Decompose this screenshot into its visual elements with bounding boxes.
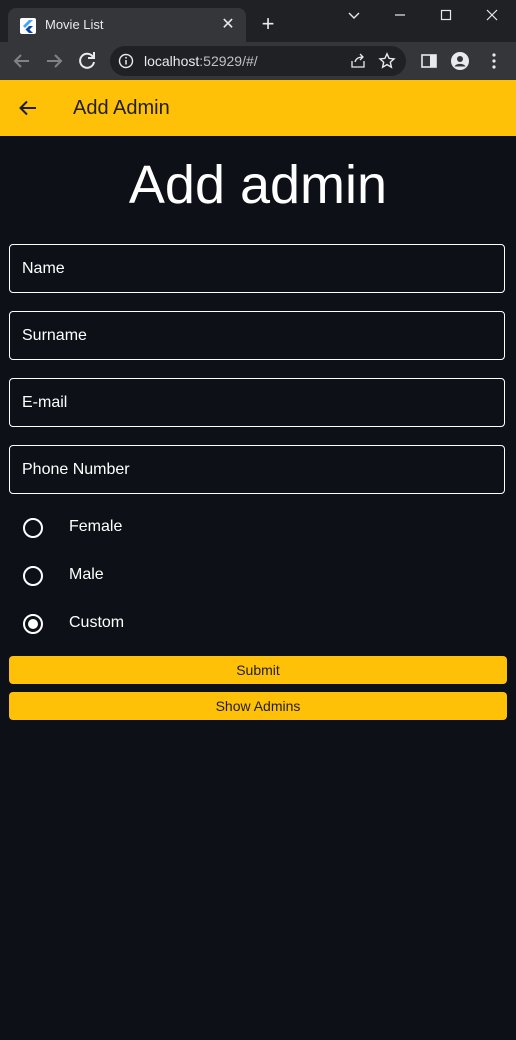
submit-button[interactable]: Submit xyxy=(9,656,507,684)
app-bar-title: Add Admin xyxy=(73,97,170,119)
arrow-back-icon[interactable] xyxy=(16,96,40,120)
email-field[interactable]: E-mail xyxy=(9,378,505,427)
back-nav-icon[interactable] xyxy=(10,49,34,73)
tab-search-icon[interactable] xyxy=(331,0,377,32)
surname-field-label: Surname xyxy=(22,327,87,344)
close-window-icon[interactable] xyxy=(469,0,515,32)
browser-tab[interactable]: Movie List ✕ xyxy=(8,8,246,42)
tab-title: Movie List xyxy=(45,17,104,32)
tab-strip: Movie List ✕ + xyxy=(0,0,516,42)
phone-number-field[interactable]: Phone Number xyxy=(9,445,505,494)
share-icon[interactable] xyxy=(350,53,366,69)
site-info-icon[interactable] xyxy=(118,53,134,69)
email-field-label: E-mail xyxy=(22,394,68,411)
url-path: :52929/#/ xyxy=(199,53,258,69)
phone-number-field-label: Phone Number xyxy=(22,461,130,478)
profile-avatar-icon[interactable] xyxy=(450,51,470,71)
radio-button-icon[interactable] xyxy=(23,614,43,634)
tab-close-icon[interactable]: ✕ xyxy=(218,15,238,35)
flutter-favicon-icon xyxy=(20,18,36,34)
radio-button-icon[interactable] xyxy=(23,518,43,538)
browser-toolbar: localhost:52929/#/ xyxy=(0,42,516,80)
side-panel-icon[interactable] xyxy=(419,51,439,71)
radio-button-icon[interactable] xyxy=(23,566,43,586)
gender-option-label: Custom xyxy=(69,614,125,631)
gender-option-male[interactable]: Male xyxy=(0,556,516,596)
url-host: localhost xyxy=(144,53,200,69)
gender-option-female[interactable]: Female xyxy=(0,508,516,548)
reload-icon[interactable] xyxy=(75,49,99,73)
gender-option-label: Female xyxy=(69,518,123,535)
name-field-label: Name xyxy=(22,260,65,277)
page-title: Add admin xyxy=(128,155,388,215)
gender-option-label: Male xyxy=(69,566,104,583)
new-tab-icon[interactable]: + xyxy=(256,12,280,36)
minimize-icon[interactable] xyxy=(377,0,423,32)
url-text[interactable]: localhost:52929/#/ xyxy=(144,53,258,69)
browser-chrome: Movie List ✕ + localhost:52929/#/ xyxy=(0,0,516,80)
address-bar[interactable]: localhost:52929/#/ xyxy=(110,46,406,76)
browser-menu-icon[interactable] xyxy=(484,51,504,71)
app-bar: Add Admin xyxy=(0,80,516,136)
bookmark-star-icon[interactable] xyxy=(378,52,396,70)
gender-option-custom[interactable]: Custom xyxy=(0,604,516,644)
forward-nav-icon[interactable] xyxy=(42,49,66,73)
name-field[interactable]: Name xyxy=(9,244,505,293)
show-admins-button[interactable]: Show Admins xyxy=(9,692,507,720)
surname-field[interactable]: Surname xyxy=(9,311,505,360)
maximize-icon[interactable] xyxy=(423,0,469,32)
